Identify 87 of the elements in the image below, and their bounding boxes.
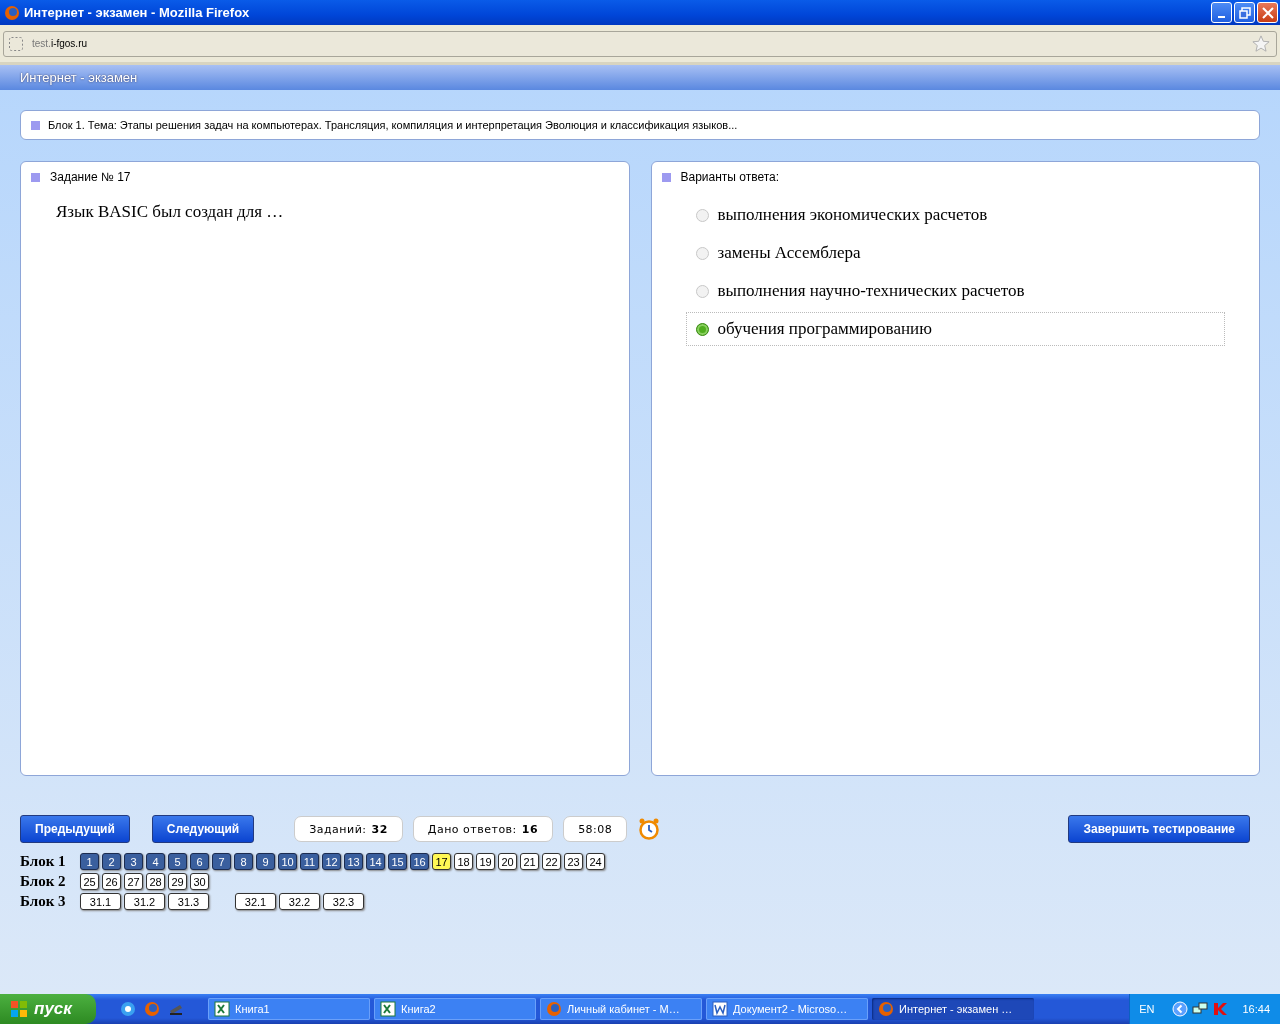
answer-option[interactable]: выполнения экономических расчетов <box>685 198 1225 232</box>
site-identity-icon <box>8 35 24 52</box>
question-number-button[interactable]: 5 <box>168 853 187 870</box>
question-number-button[interactable]: 1 <box>80 853 99 870</box>
question-number-button[interactable]: 28 <box>146 873 165 890</box>
window-title: Интернет - экзамен - Mozilla Firefox <box>24 5 251 20</box>
minimize-icon <box>1218 15 1225 18</box>
counter: Заданий: 32 <box>294 816 403 842</box>
start-button[interactable]: пуск <box>0 994 96 1024</box>
bullet-icon <box>661 172 671 182</box>
chevron-left-icon[interactable] <box>1172 1001 1189 1017</box>
minimize-button[interactable] <box>1211 2 1232 23</box>
answers-heading: Варианты ответа: <box>680 170 780 184</box>
star-icon[interactable] <box>1252 34 1270 53</box>
question-number-button[interactable]: 31.1 <box>80 893 121 910</box>
taskbar-button[interactable]: Интернет - экзамен … <box>872 998 1034 1020</box>
restore-icon <box>1238 6 1251 19</box>
question-number-button[interactable]: 23 <box>564 853 583 870</box>
question-number-button[interactable]: 6 <box>190 853 209 870</box>
question-number-button[interactable]: 15 <box>388 853 407 870</box>
question-number-button[interactable]: 31.3 <box>168 893 209 910</box>
clock: 16:44 <box>1242 1003 1270 1015</box>
question-number-button[interactable]: 26 <box>102 873 121 890</box>
taskbar-button[interactable]: Документ2 - Microso… <box>706 998 868 1020</box>
question-number-button[interactable]: 12 <box>322 853 341 870</box>
previous-button[interactable]: Предыдущий <box>20 815 130 843</box>
spreadsheet-icon <box>380 1001 396 1017</box>
question-number-button[interactable]: 32.3 <box>323 893 364 910</box>
question-number-button[interactable]: 22 <box>542 853 561 870</box>
url-text: test.i-fgos.ru <box>32 38 89 49</box>
browser-logo-icon <box>4 4 20 21</box>
question-number-button[interactable]: 11 <box>300 853 319 870</box>
bullet-icon <box>31 172 40 182</box>
restore-button[interactable] <box>1234 2 1255 23</box>
block-label: Блок 1 <box>20 853 67 870</box>
answer-option[interactable]: выполнения научно-технических расчетов <box>685 274 1225 308</box>
question-number-button[interactable]: 7 <box>212 853 231 870</box>
question-number-button[interactable]: 24 <box>586 853 605 870</box>
question-number-button[interactable]: 4 <box>146 853 165 870</box>
browser-logo-icon <box>878 1001 894 1017</box>
browser-logo-icon <box>546 1001 562 1017</box>
bullet-icon <box>31 120 40 130</box>
block-label: Блок 2 <box>20 873 67 890</box>
question-number-button[interactable]: 9 <box>256 853 275 870</box>
next-button[interactable]: Следующий <box>151 815 255 843</box>
finish-button[interactable]: Завершить тестирование <box>1068 815 1250 843</box>
close-icon <box>1261 6 1274 19</box>
windows-logo-icon <box>10 1000 28 1018</box>
question-text: Язык BASIC был создан для … <box>56 202 285 222</box>
taskbar-button[interactable]: Личный кабинет - M… <box>540 998 702 1020</box>
task-heading: Задание № 17 <box>50 170 131 184</box>
spreadsheet-icon <box>214 1001 230 1017</box>
alarm-clock-icon <box>637 817 662 841</box>
close-button[interactable] <box>1257 2 1278 23</box>
taskbar-button[interactable]: Книга2 <box>374 998 536 1020</box>
question-number-button[interactable]: 21 <box>520 853 539 870</box>
question-number-button[interactable]: 29 <box>168 873 187 890</box>
question-number-button[interactable]: 2 <box>102 853 121 870</box>
question-number-button[interactable]: 27 <box>124 873 143 890</box>
question-number-button[interactable]: 18 <box>454 853 473 870</box>
question-number-button[interactable]: 19 <box>476 853 495 870</box>
question-number-button[interactable]: 32.2 <box>279 893 320 910</box>
question-number-button[interactable]: 8 <box>234 853 253 870</box>
question-number-button[interactable]: 14 <box>366 853 385 870</box>
answer-option[interactable]: замены Ассемблера <box>685 236 1225 270</box>
counter: Дано ответов: 16 <box>412 816 554 842</box>
document-icon <box>712 1001 728 1017</box>
browser-icon[interactable] <box>120 1001 136 1017</box>
address-field[interactable]: test.i-fgos.ru <box>3 30 1277 57</box>
question-number-button[interactable]: 30 <box>190 873 209 890</box>
question-number-button[interactable]: 20 <box>498 853 517 870</box>
page-title: Интернет - экзамен <box>20 70 138 85</box>
network-icon[interactable] <box>1192 1001 1209 1017</box>
question-number-button[interactable]: 3 <box>124 853 143 870</box>
question-number-button[interactable]: 10 <box>278 853 297 870</box>
question-number-button[interactable]: 16 <box>410 853 429 870</box>
question-number-button[interactable]: 32.1 <box>235 893 276 910</box>
counter: 58:08 <box>563 816 628 842</box>
answer-option[interactable]: обучения программированию <box>685 312 1225 346</box>
question-number-button[interactable]: 31.2 <box>124 893 165 910</box>
block-label: Блок 3 <box>20 893 67 910</box>
question-number-button[interactable]: 13 <box>344 853 363 870</box>
question-number-button[interactable]: 17 <box>432 853 451 870</box>
language-indicator[interactable]: EN <box>1139 1003 1155 1015</box>
taskbar-button[interactable]: Книга1 <box>208 998 370 1020</box>
question-number-button[interactable]: 25 <box>80 873 99 890</box>
block-topic: Блок 1. Тема: Этапы решения задач на компьютерах. Трансляция, компиляция и интерпретация Эволюция и классификация языков... <box>48 119 738 131</box>
